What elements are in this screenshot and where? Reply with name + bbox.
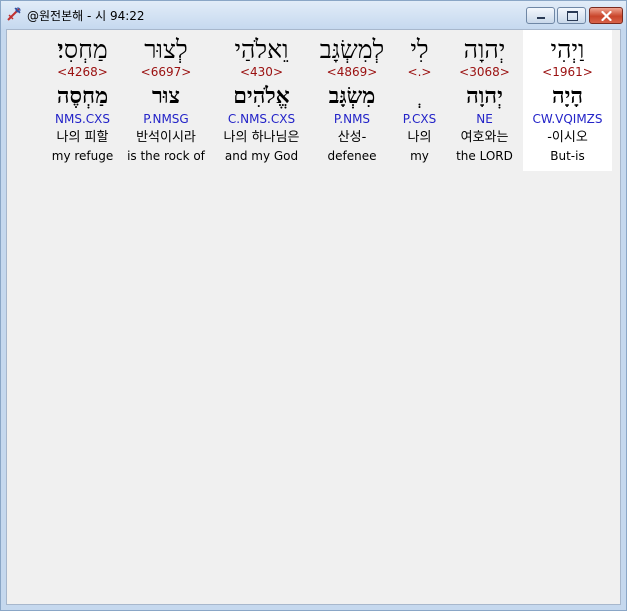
morphology-code: C.NMS.CXS (227, 112, 296, 126)
lemma-word: צוּר (152, 83, 180, 109)
korean-gloss: 나의 (407, 130, 432, 145)
hebrew-word: וֵאלֹהַי (234, 35, 289, 64)
interlinear-pane[interactable]: וַיְהִי <1961> הָיָה CW.VQIMZS -이시오 But-… (6, 29, 621, 605)
hebrew-word: לְמִשְׂגָּב (319, 35, 385, 64)
word-column[interactable]: לִי <.> ְ P.CXS 나의 my (393, 30, 446, 171)
english-gloss: is the rock of (127, 149, 205, 163)
english-gloss: and my God (224, 149, 299, 163)
word-column[interactable]: מַחְסִי׃ <4268> מַחְסֶה NMS.CXS 나의 피할 my… (45, 30, 120, 171)
minimize-icon (537, 17, 545, 19)
strong-number[interactable]: <4869> (311, 65, 393, 80)
lemma-word: הָיָה (551, 83, 584, 109)
hebrew-word: יְהוָה (463, 35, 506, 64)
korean-gloss: 나의 하나님은 (223, 130, 300, 145)
english-gloss: defenee (327, 149, 377, 163)
word-column[interactable]: וֵאלֹהַי <430> אֱלֹהִים C.NMS.CXS 나의 하나님… (212, 30, 311, 171)
lemma-word: ְ (393, 82, 446, 110)
lemma-word: אֱלֹהִים (233, 83, 290, 109)
hebrew-word: וַיְהִי (550, 35, 585, 64)
english-gloss: But-is (550, 149, 585, 163)
word-column[interactable]: לְמִשְׂגָּב <4869> מִשְׂגָּב P.NMS 산성- d… (311, 30, 393, 171)
hebrew-word: מַחְסִי׃ (57, 35, 108, 64)
minimize-button[interactable] (526, 7, 555, 24)
close-icon (601, 11, 612, 21)
korean-gloss: 산성- (337, 130, 367, 145)
strong-number[interactable]: <4268> (45, 65, 120, 80)
morphology-code: CW.VQIMZS (532, 112, 603, 126)
korean-gloss: 나의 피할 (56, 130, 109, 145)
strong-number[interactable]: <3068> (446, 65, 523, 80)
title-bar[interactable]: @원전본해 - 시 94:22 (1, 1, 626, 29)
strong-number[interactable]: <6697> (120, 65, 212, 80)
app-logo-icon (6, 6, 22, 22)
morphology-code: P.NMS (333, 112, 371, 126)
hebrew-word: לְצוּר (144, 35, 188, 64)
close-button[interactable] (589, 7, 623, 24)
morphology-code: P.NMSG (143, 112, 189, 126)
window-title: @원전본해 - 시 94:22 (27, 9, 145, 23)
korean-gloss: 반석이시라 (136, 130, 196, 145)
korean-gloss: 여호와는 (460, 130, 509, 145)
hebrew-word: לִי (410, 35, 429, 64)
maximize-button[interactable] (557, 7, 586, 24)
word-column[interactable]: לְצוּר <6697> צוּר P.NMSG 반석이시라 is the r… (120, 30, 212, 171)
korean-gloss: -이시오 (547, 130, 588, 145)
lemma-word: מַחְסֶה (56, 83, 109, 109)
morphology-code: P.CXS (402, 112, 437, 126)
morphology-code: NMS.CXS (55, 112, 110, 126)
morphology-code: NE (476, 112, 493, 126)
strong-number[interactable]: <1961> (523, 65, 612, 80)
app-window: @원전본해 - 시 94:22 וַיְהִי <1961> הָיָה CW.… (0, 0, 627, 611)
word-column[interactable]: וַיְהִי <1961> הָיָה CW.VQIMZS -이시오 But-… (523, 30, 612, 171)
word-column[interactable]: יְהוָה <3068> יְהוָה NE 여호와는 the LORD (446, 30, 523, 171)
english-gloss: my refuge (51, 149, 114, 163)
english-gloss: the LORD (456, 149, 513, 163)
strong-number[interactable]: <.> (393, 65, 446, 80)
lemma-word: מִשְׂגָּב (328, 83, 376, 109)
lemma-word: יְהוָה (466, 83, 503, 109)
maximize-icon (567, 11, 578, 21)
strong-number[interactable]: <430> (212, 65, 311, 80)
english-gloss: my (410, 149, 429, 163)
